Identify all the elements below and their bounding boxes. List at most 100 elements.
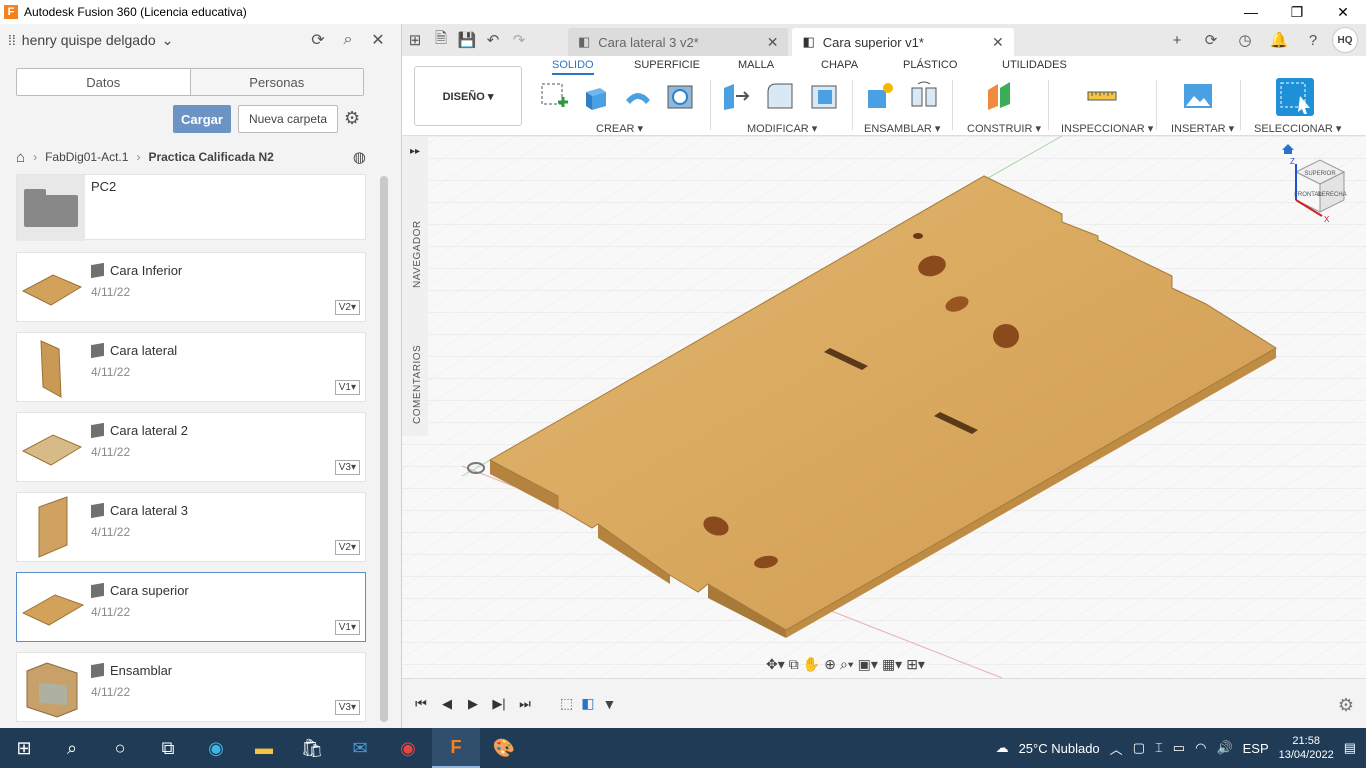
folder-item[interactable]: PC2 [16, 174, 366, 241]
scrollbar-thumb[interactable] [380, 176, 388, 722]
shell-icon[interactable] [808, 80, 840, 112]
file-menu-icon[interactable]: 🗎 [428, 28, 454, 53]
go-to-end-icon[interactable]: ⏭ [516, 696, 534, 712]
version-badge[interactable]: V2▾ [334, 300, 360, 315]
version-badge[interactable]: V1▾ [334, 380, 360, 395]
undo-icon[interactable]: ↶ [480, 31, 506, 49]
file-item[interactable]: Cara lateral 2 4/11/22 V3▾ [16, 412, 366, 482]
new-component-icon[interactable] [864, 80, 896, 112]
close-icon[interactable]: ✕ [363, 30, 393, 50]
redo-icon[interactable]: ↷ [506, 31, 532, 49]
mail-icon[interactable]: ✉ [336, 728, 384, 768]
expand-browser-icon[interactable]: ▸▸ [410, 146, 420, 157]
hole-icon[interactable] [664, 80, 696, 112]
sketch-feature-icon[interactable]: ⬚ [560, 695, 573, 712]
group-seleccionar[interactable]: SELECCIONAR ▾ [1254, 122, 1341, 135]
tab-solido[interactable]: SOLIDO [552, 59, 594, 75]
cortana-icon[interactable]: ○ [96, 728, 144, 768]
look-at-icon[interactable]: ⧉ [789, 656, 799, 673]
comments-panel-label[interactable]: COMENTARIOS [412, 345, 423, 424]
notifications-icon[interactable]: 🔔 [1264, 31, 1294, 49]
wifi-icon[interactable]: ◠ [1195, 740, 1206, 756]
tab-plastico[interactable]: PLÁSTICO [903, 59, 957, 71]
home-view-icon[interactable] [1282, 144, 1294, 154]
press-pull-icon[interactable] [720, 80, 752, 112]
new-tab-icon[interactable]: + [1162, 32, 1192, 49]
file-item[interactable]: Cara Inferior 4/11/22 V2▾ [16, 252, 366, 322]
app-grid-icon[interactable]: ⊞ [402, 31, 428, 49]
notifications-icon[interactable]: ▤ [1344, 740, 1356, 756]
volume-icon[interactable]: 🔊 [1216, 740, 1232, 756]
save-icon[interactable]: 💾 [454, 31, 480, 49]
language-indicator[interactable]: ESP [1243, 741, 1269, 756]
workspace-switcher[interactable]: DISEÑO ▾ [414, 66, 522, 126]
file-list-scrollbar[interactable] [380, 176, 388, 722]
group-crear[interactable]: CREAR ▾ [596, 122, 643, 135]
task-view-icon[interactable]: ⧉ [144, 728, 192, 768]
search-icon[interactable]: ⌕ [48, 728, 96, 768]
extrude-icon[interactable] [580, 80, 612, 112]
help-icon[interactable]: ? [1298, 32, 1328, 49]
battery-icon[interactable]: ▭ [1173, 740, 1185, 756]
breadcrumb-item-folder[interactable]: Practica Calificada N2 [148, 150, 273, 164]
minimize-button[interactable]: — [1228, 0, 1274, 24]
clock[interactable]: 21:58 13/04/2022 [1279, 734, 1334, 762]
tab-cara-lateral-3[interactable]: ◧ Cara lateral 3 v2* ✕ [568, 28, 789, 56]
grid-settings-icon[interactable]: ▦▾ [882, 656, 902, 673]
fusion-taskbar-icon[interactable]: F [432, 728, 480, 768]
breadcrumb-item-project[interactable]: FabDig01-Act.1 [45, 150, 128, 164]
timeline-settings-icon[interactable]: ⚙ [1338, 695, 1354, 716]
group-ensamblar[interactable]: ENSAMBLAR ▾ [864, 122, 940, 135]
zoom-icon[interactable]: ⊕ [824, 656, 836, 673]
group-modificar[interactable]: MODIFICAR ▾ [747, 122, 817, 135]
chevron-up-icon[interactable]: ︿ [1110, 739, 1123, 758]
group-insertar[interactable]: INSERTAR ▾ [1171, 122, 1234, 135]
insert-image-icon[interactable] [1182, 80, 1214, 112]
step-back-icon[interactable]: ◀ [438, 696, 456, 712]
avatar[interactable]: HQ [1332, 27, 1358, 53]
close-tab-icon[interactable]: ✕ [767, 34, 779, 51]
weather-text[interactable]: 25°C Nublado [1019, 741, 1100, 756]
maximize-button[interactable]: ❐ [1274, 0, 1320, 24]
timeline-marker-icon[interactable]: ▼ [602, 696, 616, 712]
version-badge[interactable]: V2▾ [334, 540, 360, 555]
close-tab-icon[interactable]: ✕ [992, 34, 1004, 51]
navigator-panel-label[interactable]: NAVEGADOR [412, 220, 423, 288]
gear-icon[interactable]: ⚙ [344, 108, 360, 129]
revolve-icon[interactable] [622, 80, 654, 112]
display-settings-icon[interactable]: ▣▾ [858, 656, 878, 673]
new-folder-button[interactable]: Nueva carpeta [238, 105, 338, 133]
orbit-icon[interactable]: ✥▾ [766, 656, 785, 673]
wood-panel-model[interactable] [402, 136, 1366, 678]
chrome-icon[interactable]: ◉ [384, 728, 432, 768]
version-badge[interactable]: V3▾ [334, 700, 360, 715]
meet-now-icon[interactable]: ▢ [1133, 740, 1145, 756]
edge-icon[interactable]: ◉ [192, 728, 240, 768]
refresh-icon[interactable]: ⟳ [303, 30, 333, 50]
globe-icon[interactable]: ◍ [353, 148, 366, 166]
tab-datos[interactable]: Datos [17, 69, 190, 95]
tab-personas[interactable]: Personas [189, 69, 363, 95]
offset-plane-icon[interactable] [984, 80, 1016, 112]
store-icon[interactable]: 🛍 [288, 728, 336, 768]
version-badge[interactable]: V1▾ [334, 620, 360, 635]
weather-icon[interactable]: ☁ [996, 740, 1009, 756]
tab-chapa[interactable]: CHAPA [821, 59, 858, 71]
paint-icon[interactable]: 🎨 [480, 728, 528, 768]
file-explorer-icon[interactable]: ▬ [240, 728, 288, 768]
tab-utilidades[interactable]: UTILIDADES [1002, 59, 1067, 71]
file-item[interactable]: Cara lateral 3 4/11/22 V2▾ [16, 492, 366, 562]
tab-superficie[interactable]: SUPERFICIE [634, 59, 700, 71]
file-item[interactable]: Ensamblar 4/11/22 V3▾ [16, 652, 366, 722]
user-menu[interactable]: ⁞⁞ henry quispe delgado ⌄ [8, 32, 303, 49]
play-icon[interactable]: ▶ [464, 696, 482, 712]
extrude-feature-icon[interactable]: ◧ [581, 695, 594, 712]
upload-button[interactable]: Cargar [173, 105, 231, 133]
step-forward-icon[interactable]: ▶| [490, 696, 508, 712]
viewcube[interactable]: SUPERIOR FRONTAL DERECHA Z X [1282, 142, 1352, 222]
viewports-icon[interactable]: ⊞▾ [906, 656, 925, 673]
close-window-button[interactable]: ✕ [1320, 0, 1366, 24]
file-item-selected[interactable]: Cara superior 4/11/22 V1▾ [16, 572, 366, 642]
job-status-icon[interactable]: ◷ [1230, 31, 1260, 49]
fit-icon[interactable]: ⌕▾ [840, 656, 854, 673]
